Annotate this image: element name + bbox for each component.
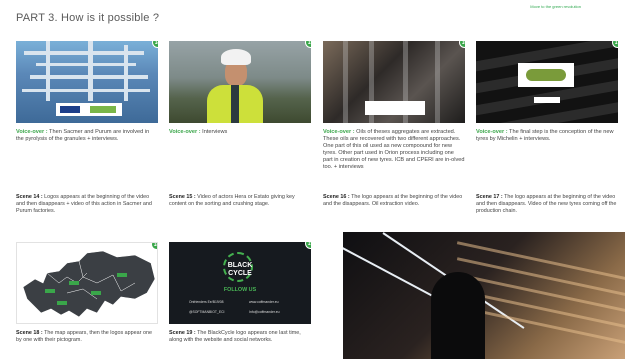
scene-label: Scene 15 : (169, 194, 196, 200)
scene-thumbnail-19[interactable]: BLACK CYCLE FOLLOW US Onfrienders Ee/B19… (169, 242, 311, 324)
scene-card-15: 15 Voice-over : Interviews Scene 15 : Vi… (169, 41, 311, 207)
partner-logos (56, 103, 122, 116)
follow-us-heading: FOLLOW US (223, 287, 257, 293)
scene-thumbnail-16[interactable]: 16 (323, 41, 465, 123)
scene-label: Scene 17 : (476, 194, 503, 200)
email-link[interactable]: Info@coffmander.eu (249, 310, 280, 314)
scene-card-19: BLACK CYCLE FOLLOW US Onfrienders Ee/B19… (169, 242, 311, 344)
interior-photo (343, 232, 625, 359)
scene-description: Scene 16 : The logo appears at the begin… (323, 194, 465, 208)
logo-line-1: BLACK (227, 262, 253, 269)
scene-description: Scene 17 : The logo appears at the begin… (476, 194, 618, 215)
partner-logos (365, 101, 425, 115)
scene-card-14: 14 Voice-over : Then Sacmer and Purum ar… (16, 41, 158, 214)
social-link[interactable]: Onfrienders Ee/B19/08 (189, 300, 224, 304)
hard-hat-icon (221, 49, 251, 65)
scene-card-16: 16 Voice-over : Oils of theses aggregate… (323, 41, 465, 207)
voice-over-label: Voice-over : (323, 129, 355, 135)
person-silhouette (431, 272, 485, 359)
social-link[interactable]: @SOFTMANBIOT_ECI (189, 310, 224, 314)
scene-label: Scene 19 : (169, 330, 196, 336)
website-link[interactable]: www.coffmander.eu (249, 300, 279, 304)
scene-thumbnail-18[interactable]: 18 (16, 242, 158, 324)
scene-description: Scene 15 : Video of actors Hera or Estat… (169, 194, 311, 208)
voice-over-content: Interviews (200, 129, 228, 135)
scene-card-17: 17 Voice-over : The final step is the co… (476, 41, 618, 214)
logo-line-2: CYCLE (228, 270, 252, 277)
scene-description: Scene 14 : Logos appears at the beginnin… (16, 194, 158, 215)
scene-badge: 15 (305, 41, 311, 48)
tyre-logo (518, 63, 574, 87)
scene-label: Scene 16 : (323, 194, 350, 200)
voice-over-text: Voice-over : Then Sacmer and Purum are i… (16, 129, 158, 143)
scene-badge: 14 (152, 41, 158, 48)
voice-over-label: Voice-over : (169, 129, 201, 135)
scene-badge: 19 (305, 242, 311, 249)
scene-label: Scene 14 : (16, 194, 43, 200)
scene-thumbnail-17[interactable]: 17 (476, 41, 618, 123)
brand-tagline: Move to the green revolution (530, 4, 581, 9)
voice-over-text: Voice-over : The final step is the conce… (476, 129, 618, 143)
scene-thumbnail-15[interactable]: 15 (169, 41, 311, 123)
europe-map-icon (22, 250, 156, 318)
scene-badge: 16 (459, 41, 465, 48)
voice-over-label: Voice-over : (476, 129, 508, 135)
scene-card-18: 18 Scene 18 : The map appears, then the … (16, 242, 158, 344)
voice-over-text: Voice-over : Oils of theses aggregates a… (323, 129, 465, 171)
scene-description: Scene 19 : The BlackCycle logo appears o… (169, 330, 311, 344)
scene-description: Scene 18 : The map appears, then the log… (16, 330, 158, 344)
scene-thumbnail-14[interactable]: 14 (16, 41, 158, 123)
page-title: PART 3. How is it possible ? (16, 12, 160, 24)
scene-label: Scene 18 : (16, 330, 43, 336)
voice-over-text: Voice-over : Interviews (169, 129, 311, 136)
voice-over-content: Oils of theses aggregates are extracted.… (323, 129, 465, 170)
voice-over-label: Voice-over : (16, 129, 48, 135)
